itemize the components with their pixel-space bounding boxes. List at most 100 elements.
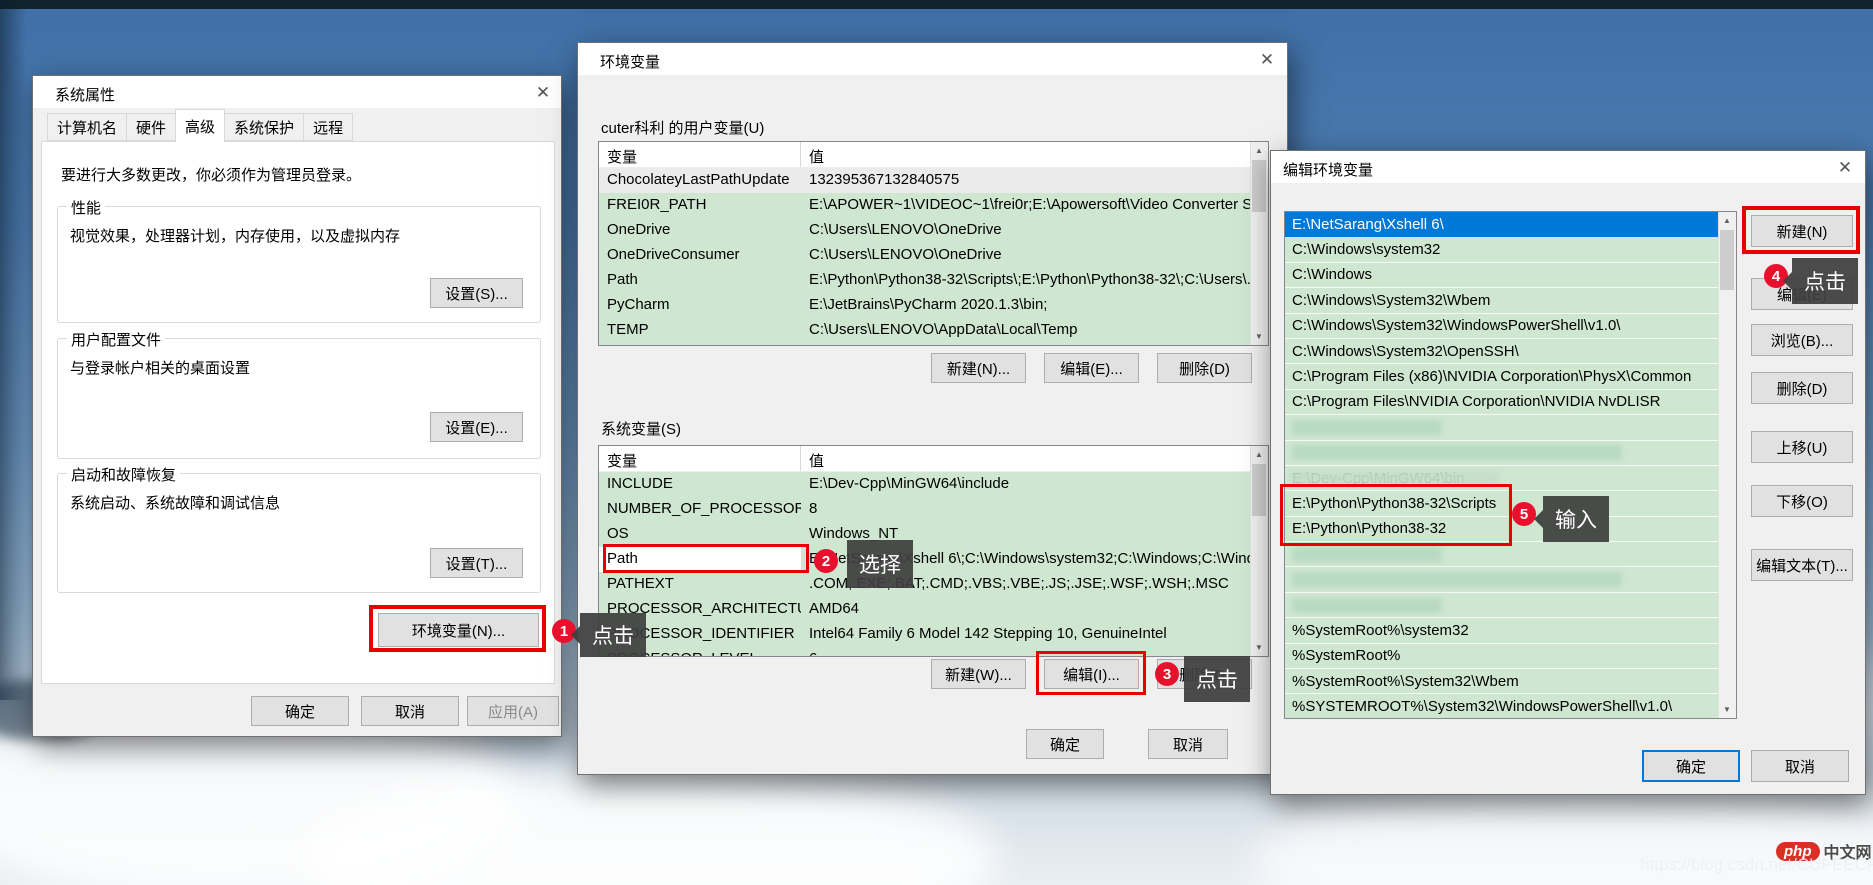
table-row[interactable]: PROCESSOR_ARCHITECTURE AMD64	[599, 597, 1268, 622]
table-row[interactable]: TMP C:\Users\LENOVO\AppData\Local\Temp	[599, 343, 1268, 346]
move-up-button[interactable]: 上移(U)	[1751, 431, 1853, 463]
user-new-button[interactable]: 新建(N)...	[931, 353, 1026, 383]
dialog-title: 环境变量	[600, 51, 660, 72]
table-row[interactable]: TEMP C:\Users\LENOVO\AppData\Local\Temp	[599, 318, 1268, 343]
annotation-box-edit-button	[1036, 651, 1146, 695]
scroll-down-icon[interactable]	[1719, 701, 1735, 718]
performance-settings-button[interactable]: 设置(S)...	[430, 278, 523, 308]
list-item[interactable]: C:\Windows\system32	[1285, 237, 1719, 262]
wallpaper-shade	[0, 0, 26, 700]
variable-value: E:\Python\Python38-32\Scripts\;E:\Python…	[801, 268, 1268, 293]
scrollbar-thumb[interactable]	[1720, 230, 1734, 290]
cancel-button[interactable]: 取消	[361, 696, 459, 726]
list-item[interactable]: %SystemRoot%\System32\Wbem	[1285, 669, 1719, 694]
edit-text-button[interactable]: 编辑文本(T)...	[1751, 549, 1853, 581]
cancel-button[interactable]: 取消	[1751, 750, 1849, 782]
list-item[interactable]: C:\Program Files\NVIDIA Corporation\NVID…	[1285, 390, 1719, 415]
titlebar: 环境变量	[578, 43, 1287, 75]
list-item[interactable]: C:\Windows\System32\Wbem	[1285, 288, 1719, 313]
annotation-tooltip-5: 输入	[1543, 496, 1609, 542]
scrollbar-thumb[interactable]	[1252, 160, 1266, 212]
close-icon[interactable]	[533, 83, 553, 103]
desktop-wallpaper: 系统属性 计算机名硬件高级系统保护远程 要进行大多数更改，你必须作为管理员登录。…	[0, 0, 1873, 885]
delete-button[interactable]: 删除(D)	[1751, 372, 1853, 404]
ok-button[interactable]: 确定	[1026, 729, 1104, 759]
annotation-box-env-button	[369, 605, 546, 652]
titlebar: 系统属性	[33, 76, 561, 108]
list-item[interactable]	[1285, 441, 1719, 466]
list-item[interactable]: %SystemRoot%	[1285, 644, 1719, 669]
profile-settings-button[interactable]: 设置(E)...	[430, 412, 523, 442]
scroll-down-icon[interactable]	[1251, 328, 1267, 345]
variable-value: E:\APOWER~1\VIDEOC~1\frei0r;E:\Apowersof…	[801, 193, 1268, 218]
table-row[interactable]: ChocolateyLastPathUpdate 132395367132840…	[599, 168, 1268, 193]
close-icon[interactable]	[1835, 158, 1855, 178]
startup-settings-button[interactable]: 设置(T)...	[430, 548, 523, 578]
table-row[interactable]: NUMBER_OF_PROCESSORS 8	[599, 497, 1268, 522]
list-item[interactable]: C:\Windows	[1285, 263, 1719, 288]
scroll-up-icon[interactable]	[1251, 446, 1267, 463]
variable-value: C:\Users\LENOVO\AppData\Local\Temp	[801, 318, 1268, 343]
ok-button[interactable]: 确定	[251, 696, 349, 726]
group-title: 性能	[67, 197, 105, 218]
close-icon[interactable]	[1257, 50, 1277, 70]
scroll-up-icon[interactable]	[1719, 212, 1735, 229]
user-edit-button[interactable]: 编辑(E)...	[1044, 353, 1139, 383]
annotation-box-path-row	[603, 544, 809, 573]
table-row[interactable]: INCLUDE E:\Dev-Cpp\MinGW64\include	[599, 472, 1268, 497]
scrollbar[interactable]	[1250, 446, 1268, 656]
scroll-down-icon[interactable]	[1251, 639, 1267, 656]
group-desc: 系统启动、系统故障和调试信息	[70, 492, 280, 513]
table-row[interactable]: FREI0R_PATH E:\APOWER~1\VIDEOC~1\frei0r;…	[599, 193, 1268, 218]
admin-note: 要进行大多数更改，你必须作为管理员登录。	[61, 164, 361, 185]
table-row[interactable]: Path E:\Python\Python38-32\Scripts\;E:\P…	[599, 268, 1268, 293]
tab[interactable]: 计算机名	[47, 113, 127, 141]
apply-button: 应用(A)	[467, 696, 559, 726]
cancel-button[interactable]: 取消	[1148, 729, 1228, 759]
titlebar: 编辑环境变量	[1271, 151, 1865, 183]
wallpaper-dark-strip	[0, 0, 1873, 9]
table-row[interactable]: PATHEXT .COM;.EXE;.BAT;.CMD;.VBS;.VBE;.J…	[599, 572, 1268, 597]
table-row[interactable]: OneDriveConsumer C:\Users\LENOVO\OneDriv…	[599, 243, 1268, 268]
tab[interactable]: 系统保护	[224, 113, 304, 141]
tab[interactable]: 远程	[303, 113, 353, 141]
environment-variables-dialog: 环境变量 cuter科利 的用户变量(U) 变量 值 ChocolateyLas…	[577, 42, 1288, 775]
variable-value: Intel64 Family 6 Model 142 Stepping 10, …	[801, 622, 1268, 647]
table-row[interactable]: OneDrive C:\Users\LENOVO\OneDrive	[599, 218, 1268, 243]
list-item[interactable]: E:\NetSarang\Xshell 6\	[1285, 212, 1719, 237]
list-item[interactable]	[1285, 567, 1719, 592]
annotation-tooltip-1: 点击	[580, 613, 646, 657]
tab[interactable]: 硬件	[126, 113, 176, 141]
table-row[interactable]: PyCharm E:\JetBrains\PyCharm 2020.1.3\bi…	[599, 293, 1268, 318]
scrollbar-thumb[interactable]	[1252, 464, 1266, 516]
column-header-value: 值	[801, 142, 1268, 167]
annotation-circle-2: 2	[814, 549, 838, 573]
list-item[interactable]	[1285, 415, 1719, 440]
list-item[interactable]: C:\Windows\System32\WindowsPowerShell\v1…	[1285, 314, 1719, 339]
system-variables-section-label: 系统变量(S)	[601, 418, 681, 439]
annotation-box-python-entries	[1280, 484, 1512, 546]
scroll-up-icon[interactable]	[1251, 142, 1267, 159]
user-delete-button[interactable]: 删除(D)	[1157, 353, 1252, 383]
tab[interactable]: 高级	[175, 109, 225, 142]
path-entries-list[interactable]: E:\NetSarang\Xshell 6\C:\Windows\system3…	[1284, 211, 1737, 719]
variable-value: 132395367132840575	[801, 168, 1268, 193]
list-item[interactable]: C:\Windows\System32\OpenSSH\	[1285, 339, 1719, 364]
list-item[interactable]	[1285, 593, 1719, 618]
ok-button[interactable]: 确定	[1642, 750, 1740, 782]
scrollbar[interactable]	[1718, 212, 1736, 718]
user-variables-table[interactable]: 变量 值 ChocolateyLastPathUpdate 1323953671…	[598, 141, 1269, 346]
list-item[interactable]: C:\Program Files (x86)\NVIDIA Corporatio…	[1285, 364, 1719, 389]
move-down-button[interactable]: 下移(O)	[1751, 485, 1853, 517]
scrollbar[interactable]	[1250, 142, 1268, 345]
table-row[interactable]: PROCESSOR_LEVEL 6	[599, 647, 1268, 657]
list-item[interactable]: %SYSTEMROOT%\System32\WindowsPowerShell\…	[1285, 694, 1719, 719]
variable-name: NUMBER_OF_PROCESSORS	[599, 497, 801, 522]
path-entries: E:\NetSarang\Xshell 6\C:\Windows\system3…	[1285, 212, 1719, 718]
list-item[interactable]: %SystemRoot%\system32	[1285, 618, 1719, 643]
group-desc: 视觉效果，处理器计划，内存使用，以及虚拟内存	[70, 225, 400, 246]
system-new-button[interactable]: 新建(W)...	[931, 659, 1026, 689]
table-row[interactable]: PROCESSOR_IDENTIFIER Intel64 Family 6 Mo…	[599, 622, 1268, 647]
user-variables-section-label: cuter科利 的用户变量(U)	[601, 117, 764, 138]
browse-button[interactable]: 浏览(B)...	[1751, 324, 1853, 356]
